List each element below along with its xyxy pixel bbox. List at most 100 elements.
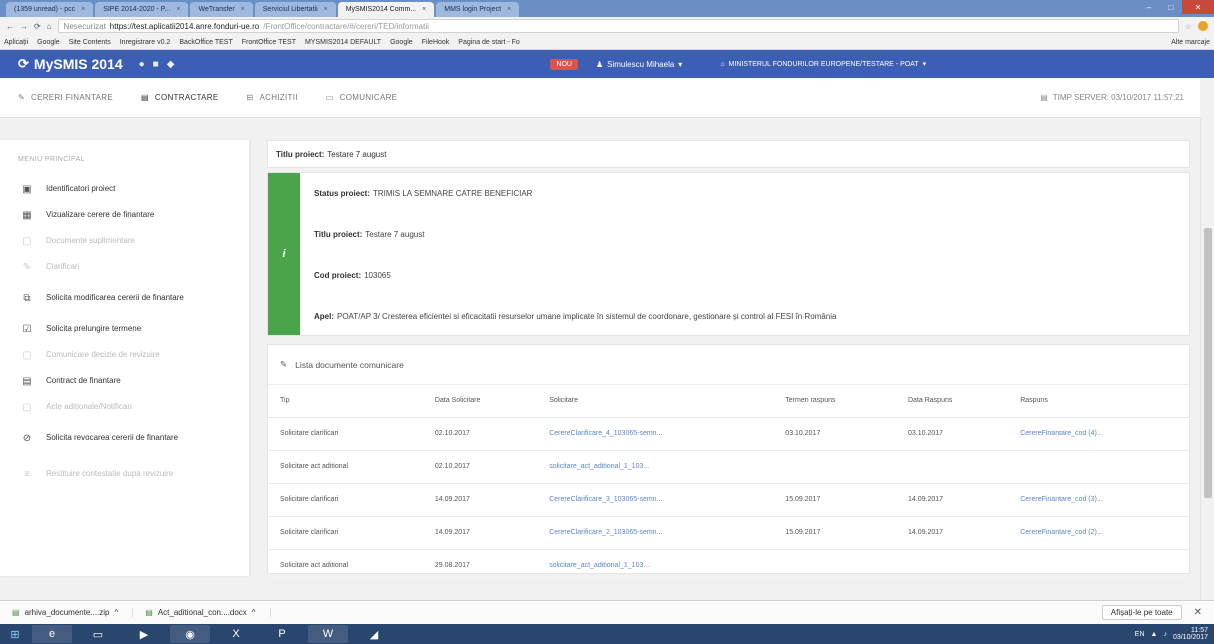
maximize-icon[interactable]: □ (1160, 0, 1182, 14)
menu-achizitii[interactable]: ⊟ ACHIZITII (246, 93, 297, 102)
menu-label: CONTRACTARE (154, 93, 219, 102)
start-button-icon[interactable]: ⊞ (4, 625, 26, 643)
brand[interactable]: ⟳ MySMIS 2014 (0, 56, 123, 72)
powerpoint-icon[interactable]: P (262, 625, 302, 643)
table-cell-raspuns[interactable]: CerereFinantare_cod (3)... (1008, 483, 1189, 517)
table-cell-solicitare[interactable]: CerereClarificare_2_103065-semn... (537, 516, 774, 550)
volume-icon[interactable]: ♪ (1163, 631, 1167, 638)
table-cell-tip: Solicitare act aditional (268, 450, 423, 484)
bookmark-item[interactable]: FileHook (422, 39, 450, 46)
page-scrollbar[interactable] (1200, 118, 1214, 600)
bookmark-item[interactable]: Aplicații (4, 39, 28, 46)
table-cell-data: 14.09.2017 (422, 516, 538, 550)
app-icon[interactable]: ◢ (354, 625, 394, 643)
download-filename: Act_aditional_con....docx (157, 608, 247, 617)
browser-tab[interactable]: MMS login Project × (436, 2, 520, 17)
scrollbar-thumb[interactable] (1204, 228, 1212, 498)
media-icon[interactable]: ▶ (124, 625, 164, 643)
cancel-icon: ⊘ (22, 432, 32, 444)
ie-icon[interactable]: e (32, 625, 72, 643)
bookmark-star-icon[interactable]: ☆ (1185, 22, 1192, 31)
app-navbar: ⟳ MySMIS 2014 ● ■ ◆ NOU ♟ Simulescu Miha… (0, 50, 1214, 78)
table-cell-solicitare[interactable]: CerereClarificare_4_103065-semn... (537, 417, 774, 451)
download-item[interactable]: ▤ arhiva_documente....zip ^ (12, 608, 134, 617)
table-cell-solicitare[interactable]: solicitare_act_aditional_1_103... (537, 450, 774, 484)
browser-tab[interactable]: SIPE 2014-2020 - P... × (95, 2, 189, 17)
reload-icon[interactable]: ⟳ (34, 22, 41, 31)
menu-label: COMUNICARE (339, 93, 398, 102)
browser-tab-bar: (1359 unread) - pcc × SIPE 2014-2020 - P..… (0, 0, 1214, 17)
sidebar-item[interactable]: ⊘ Solicita revocarea cererii de finantare (0, 420, 249, 456)
url-host: https://test.aplicatii2014.anre.fonduri-… (109, 21, 260, 31)
browser-tab[interactable]: MySMIS2014 Comm... × (337, 2, 435, 17)
other-bookmarks[interactable]: Alte marcaje (1171, 39, 1210, 46)
forward-icon[interactable]: → (20, 22, 28, 31)
column-header[interactable]: Data Solicitare (422, 385, 538, 418)
edit-icon: ⧉ (23, 292, 31, 304)
sidebar-item[interactable]: ▤ Contract de finantare (0, 368, 249, 394)
extension-icon[interactable] (1198, 21, 1208, 31)
bookmark-item[interactable]: MYSMIS2014 DEFAULT (305, 39, 381, 46)
url-input[interactable]: Nesecurizat https://test.aplicatii2014.a… (57, 19, 1179, 33)
sidebar-item[interactable]: ⧉ Solicita modificarea cererii de finanta… (0, 280, 249, 316)
bookmark-item[interactable]: Site Contents (69, 39, 111, 46)
ministry-menu[interactable]: ⌂ MINISTERUL FONDURILOR EUROPENE/TESTARE… (720, 60, 926, 69)
bookmark-item[interactable]: Google (390, 39, 413, 46)
apel-row: Apel: POAT/AP 3/ Cresterea eficientei si … (314, 296, 1189, 337)
browser-tab[interactable]: WeTransfer × (190, 2, 253, 17)
home-icon[interactable]: ⌂ (47, 22, 52, 31)
sidebar-item[interactable]: ▦ Vizualizare cerere de finantare (0, 202, 249, 228)
close-icon[interactable]: × (422, 6, 426, 13)
close-icon[interactable]: × (507, 6, 511, 13)
menu-comunicare[interactable]: ▭ COMUNICARE (326, 93, 398, 102)
close-icon[interactable]: × (241, 6, 245, 13)
menu-contractare[interactable]: ▤ CONTRACTARE (141, 93, 218, 102)
network-icon[interactable]: ▲ (1151, 631, 1158, 638)
notification-badge[interactable]: NOU (550, 58, 578, 70)
table-cell-raspuns[interactable]: CerereFinantare_cod (2)... (1008, 516, 1189, 550)
table-cell-termen: 15.09.2017 (773, 516, 896, 550)
explorer-icon[interactable]: ▭ (78, 625, 118, 643)
bookmark-item[interactable]: Inregistrare v0.2 (120, 39, 171, 46)
download-item[interactable]: ▤ Act_aditional_con....docx ^ (145, 608, 271, 617)
close-icon[interactable]: × (81, 6, 85, 13)
table-row: Solicitare act aditional 29.08.2017 solici… (268, 549, 1189, 583)
bookmark-item[interactable]: Pagina de start - Fo (458, 39, 519, 46)
menu-cereri-finantare[interactable]: ✎ CERERI FINANTARE (18, 93, 113, 102)
chevron-up-icon[interactable]: ^ (115, 608, 119, 617)
close-icon[interactable]: × (176, 6, 180, 13)
sidebar-item-label: Solicita modificarea cererii de finantar… (46, 293, 184, 302)
list-icon: ≡ (24, 468, 30, 480)
bookmark-item[interactable]: Google (37, 39, 60, 46)
close-icon[interactable]: ✕ (1182, 0, 1214, 14)
chrome-icon[interactable]: ◉ (170, 625, 210, 643)
minimize-icon[interactable]: – (1138, 0, 1160, 14)
word-icon[interactable]: W (308, 625, 348, 643)
browser-tab[interactable]: (1359 unread) - pcc × (6, 2, 94, 17)
table-cell-solicitare[interactable]: CerereClarificare_3_103065-semn... (537, 483, 774, 517)
user-menu[interactable]: ♟ Simulescu Mihaela ▾ (596, 60, 682, 69)
bookmark-item[interactable]: BackOffice TEST (179, 39, 232, 46)
table-cell-raspuns[interactable]: CerereFinantare_cod (4)... (1008, 417, 1189, 451)
flag-eu-icon: ■ (152, 58, 159, 70)
show-all-downloads-button[interactable]: Afișați-le pe toate (1101, 605, 1182, 620)
clock[interactable]: 11:57 03/10/2017 (1173, 627, 1208, 641)
excel-icon[interactable]: X (216, 625, 256, 643)
column-header: Raspuns (1008, 385, 1189, 418)
sidebar-item-label: Vizualizare cerere de finantare (46, 210, 155, 219)
chevron-up-icon[interactable]: ^ (252, 608, 256, 617)
sidebar-item[interactable]: ☑ Solicita prelungire termene (0, 316, 249, 342)
user-name: Simulescu Mihaela (607, 59, 675, 69)
table-cell-solicitare[interactable]: solicitare_act_aditional_1_103... (537, 549, 774, 583)
title-label: Titlu proiect: (314, 230, 363, 239)
sidebar-item[interactable]: ▣ Identificatori proiect (0, 176, 249, 202)
close-icon[interactable]: × (324, 6, 328, 13)
bookmark-item[interactable]: FrontOffice TEST (242, 39, 296, 46)
language-indicator[interactable]: EN (1135, 631, 1145, 638)
table-cell-raspuns (1008, 549, 1189, 583)
table-cell-data: 14.09.2017 (422, 483, 538, 517)
file-icon: ▤ (12, 608, 20, 617)
browser-tab[interactable]: Serviciul Libertatii × (254, 2, 336, 17)
back-icon[interactable]: ← (6, 22, 14, 31)
close-icon[interactable]: ✕ (1194, 607, 1202, 618)
